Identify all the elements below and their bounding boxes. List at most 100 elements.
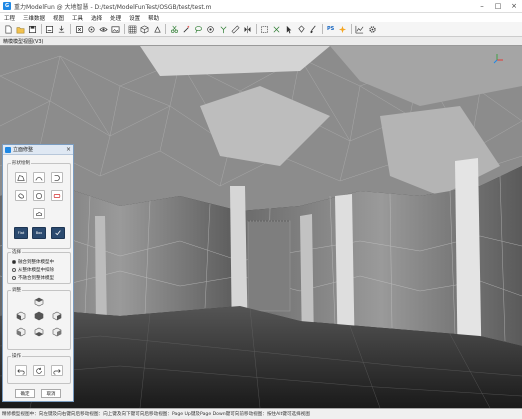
box-select-icon[interactable] [260,25,269,34]
radio-button[interactable] [12,260,16,264]
3d-viewport[interactable] [0,46,522,408]
menu-process[interactable]: 处理 [106,14,125,22]
gear-icon[interactable] [368,25,377,34]
save-as-icon[interactable] [45,25,54,34]
shape-icon[interactable] [153,25,162,34]
cut-icon[interactable] [170,25,179,34]
menu-view[interactable]: 视图 [49,14,68,22]
status-text: 精修模型视图中：向左键及向右键向后移动视图：向上键及向下键可向后移动视图：Pag… [2,412,310,417]
flat-mode-button[interactable]: Flat [14,227,28,239]
cube-face-front-icon[interactable] [34,311,44,321]
minimize-icon[interactable]: – [474,0,490,12]
confirm-shape-button[interactable] [51,227,65,239]
lasso-icon[interactable] [194,25,203,34]
cube-face-left-icon[interactable] [16,311,26,321]
document-tab-label: 精模模型视图(V3) [3,38,44,45]
title-bar: G 重力ModelFun @ 大地智慧 - D:/test/ModelFunTe… [0,0,522,13]
box-mode-label: Box [35,231,43,235]
open-folder-icon[interactable] [16,25,25,34]
shape-group-title: 形状绘制 [11,160,31,166]
menu-project[interactable]: 工程 [0,14,19,22]
menu-3d-data[interactable]: 三维数据 [19,14,49,22]
radio-separate[interactable]: 不融合到整体模型 [12,275,54,281]
view-icon[interactable] [87,25,96,34]
radio-merge-label: 融合到整体模型中 [18,260,54,265]
cube-corner-left-icon[interactable] [16,327,26,337]
arc-tool-button[interactable] [33,172,45,183]
import-icon[interactable] [57,25,66,34]
panel-header[interactable]: 立面修整 × [3,145,73,155]
hole-icon[interactable] [206,25,215,34]
facade-trim-panel: 立面修整 × 形状绘制 Flat Box 选择 融合到整体模型中 从整体模型中扣… [2,144,74,402]
crossing-icon[interactable] [272,25,281,34]
merge-icon[interactable] [219,25,228,34]
shape-group: 形状绘制 Flat Box [7,160,71,249]
toolbar-separator [321,24,323,34]
radio-separate-label: 不融合到整体模型 [18,276,54,281]
new-file-icon[interactable] [4,25,13,34]
menu-bar: 工程 三维数据 视图 工具 选择 处理 设置 帮助 [0,13,522,22]
curve-tool-button[interactable] [51,172,63,183]
confirm-button[interactable]: 确定 [15,389,35,398]
cloud-tool-button[interactable] [33,208,45,219]
menu-help[interactable]: 帮助 [144,14,163,22]
freeform-tool-button[interactable] [15,190,27,201]
toolbar: PS [0,22,522,37]
operation-group: 操作 [7,353,71,384]
radio-subtract[interactable]: 从整体模型中扣除 [12,267,54,273]
redo-button[interactable] [51,365,63,376]
panel-title: 立面修整 [13,147,34,153]
app-logo-icon: G [3,2,11,10]
reset-button[interactable] [33,365,45,376]
panel-close-icon[interactable]: × [66,146,71,153]
menu-settings[interactable]: 设置 [125,14,144,22]
menu-select[interactable]: 选择 [87,14,106,22]
window-title: 重力ModelFun @ 大地智慧 - D:/test/ModelFunTest… [14,3,212,11]
toolbar-separator [69,24,71,34]
box-mode-button[interactable]: Box [32,227,46,239]
bucket-icon[interactable] [297,24,306,34]
menu-tools[interactable]: 工具 [68,14,87,22]
cube-face-top-icon[interactable] [34,297,44,307]
cube-face-right-icon[interactable] [52,311,62,321]
radio-button[interactable] [12,268,16,272]
flat-mode-label: Flat [17,231,25,235]
radio-button[interactable] [12,276,16,280]
magic-icon[interactable] [338,25,347,34]
grid-icon[interactable] [128,25,137,34]
operation-group-title: 操作 [11,353,22,359]
eye-icon[interactable] [99,25,108,34]
toolbar-separator [165,24,167,34]
arrow-select-icon[interactable] [285,25,294,34]
toolbar-separator [123,24,125,34]
flip-icon[interactable] [243,25,252,34]
radio-merge[interactable]: 融合到整体模型中 [12,259,54,265]
close-icon[interactable]: × [506,0,522,12]
maximize-icon[interactable]: □ [490,0,506,12]
close-model-icon[interactable] [75,25,84,34]
rect-tool-button[interactable] [51,190,63,201]
toolbar-separator [350,24,352,34]
cube-corner-right-icon[interactable] [52,327,62,337]
status-bar: 精修模型视图中：向左键及向右键向后移动视图：向上键及向下键可向后移动视图：Pag… [0,408,522,419]
ps-icon[interactable]: PS [326,25,335,34]
cube-face-bottom-icon[interactable] [34,327,44,337]
image-icon[interactable] [111,25,120,34]
document-tab[interactable]: 精模模型视图(V3) [0,37,522,46]
brush-icon[interactable] [309,25,318,34]
polygon-tool-button[interactable] [15,172,27,183]
save-icon[interactable] [28,25,37,34]
radio-subtract-label: 从整体模型中扣除 [18,268,54,273]
wand-icon[interactable] [182,25,191,34]
adjust-group-title: 调整 [11,287,22,293]
measure-icon[interactable] [231,25,240,34]
chart-icon[interactable] [355,25,364,34]
adjust-group: 调整 [7,287,71,350]
cube-icon[interactable] [140,25,149,34]
select-group: 选择 融合到整体模型中 从整体模型中扣除 不融合到整体模型 [7,249,71,284]
undo-button[interactable] [15,365,27,376]
cancel-button[interactable]: 取消 [41,389,61,398]
select-group-title: 选择 [11,249,22,255]
toolbar-separator [40,24,42,34]
circle-tool-button[interactable] [33,190,45,201]
